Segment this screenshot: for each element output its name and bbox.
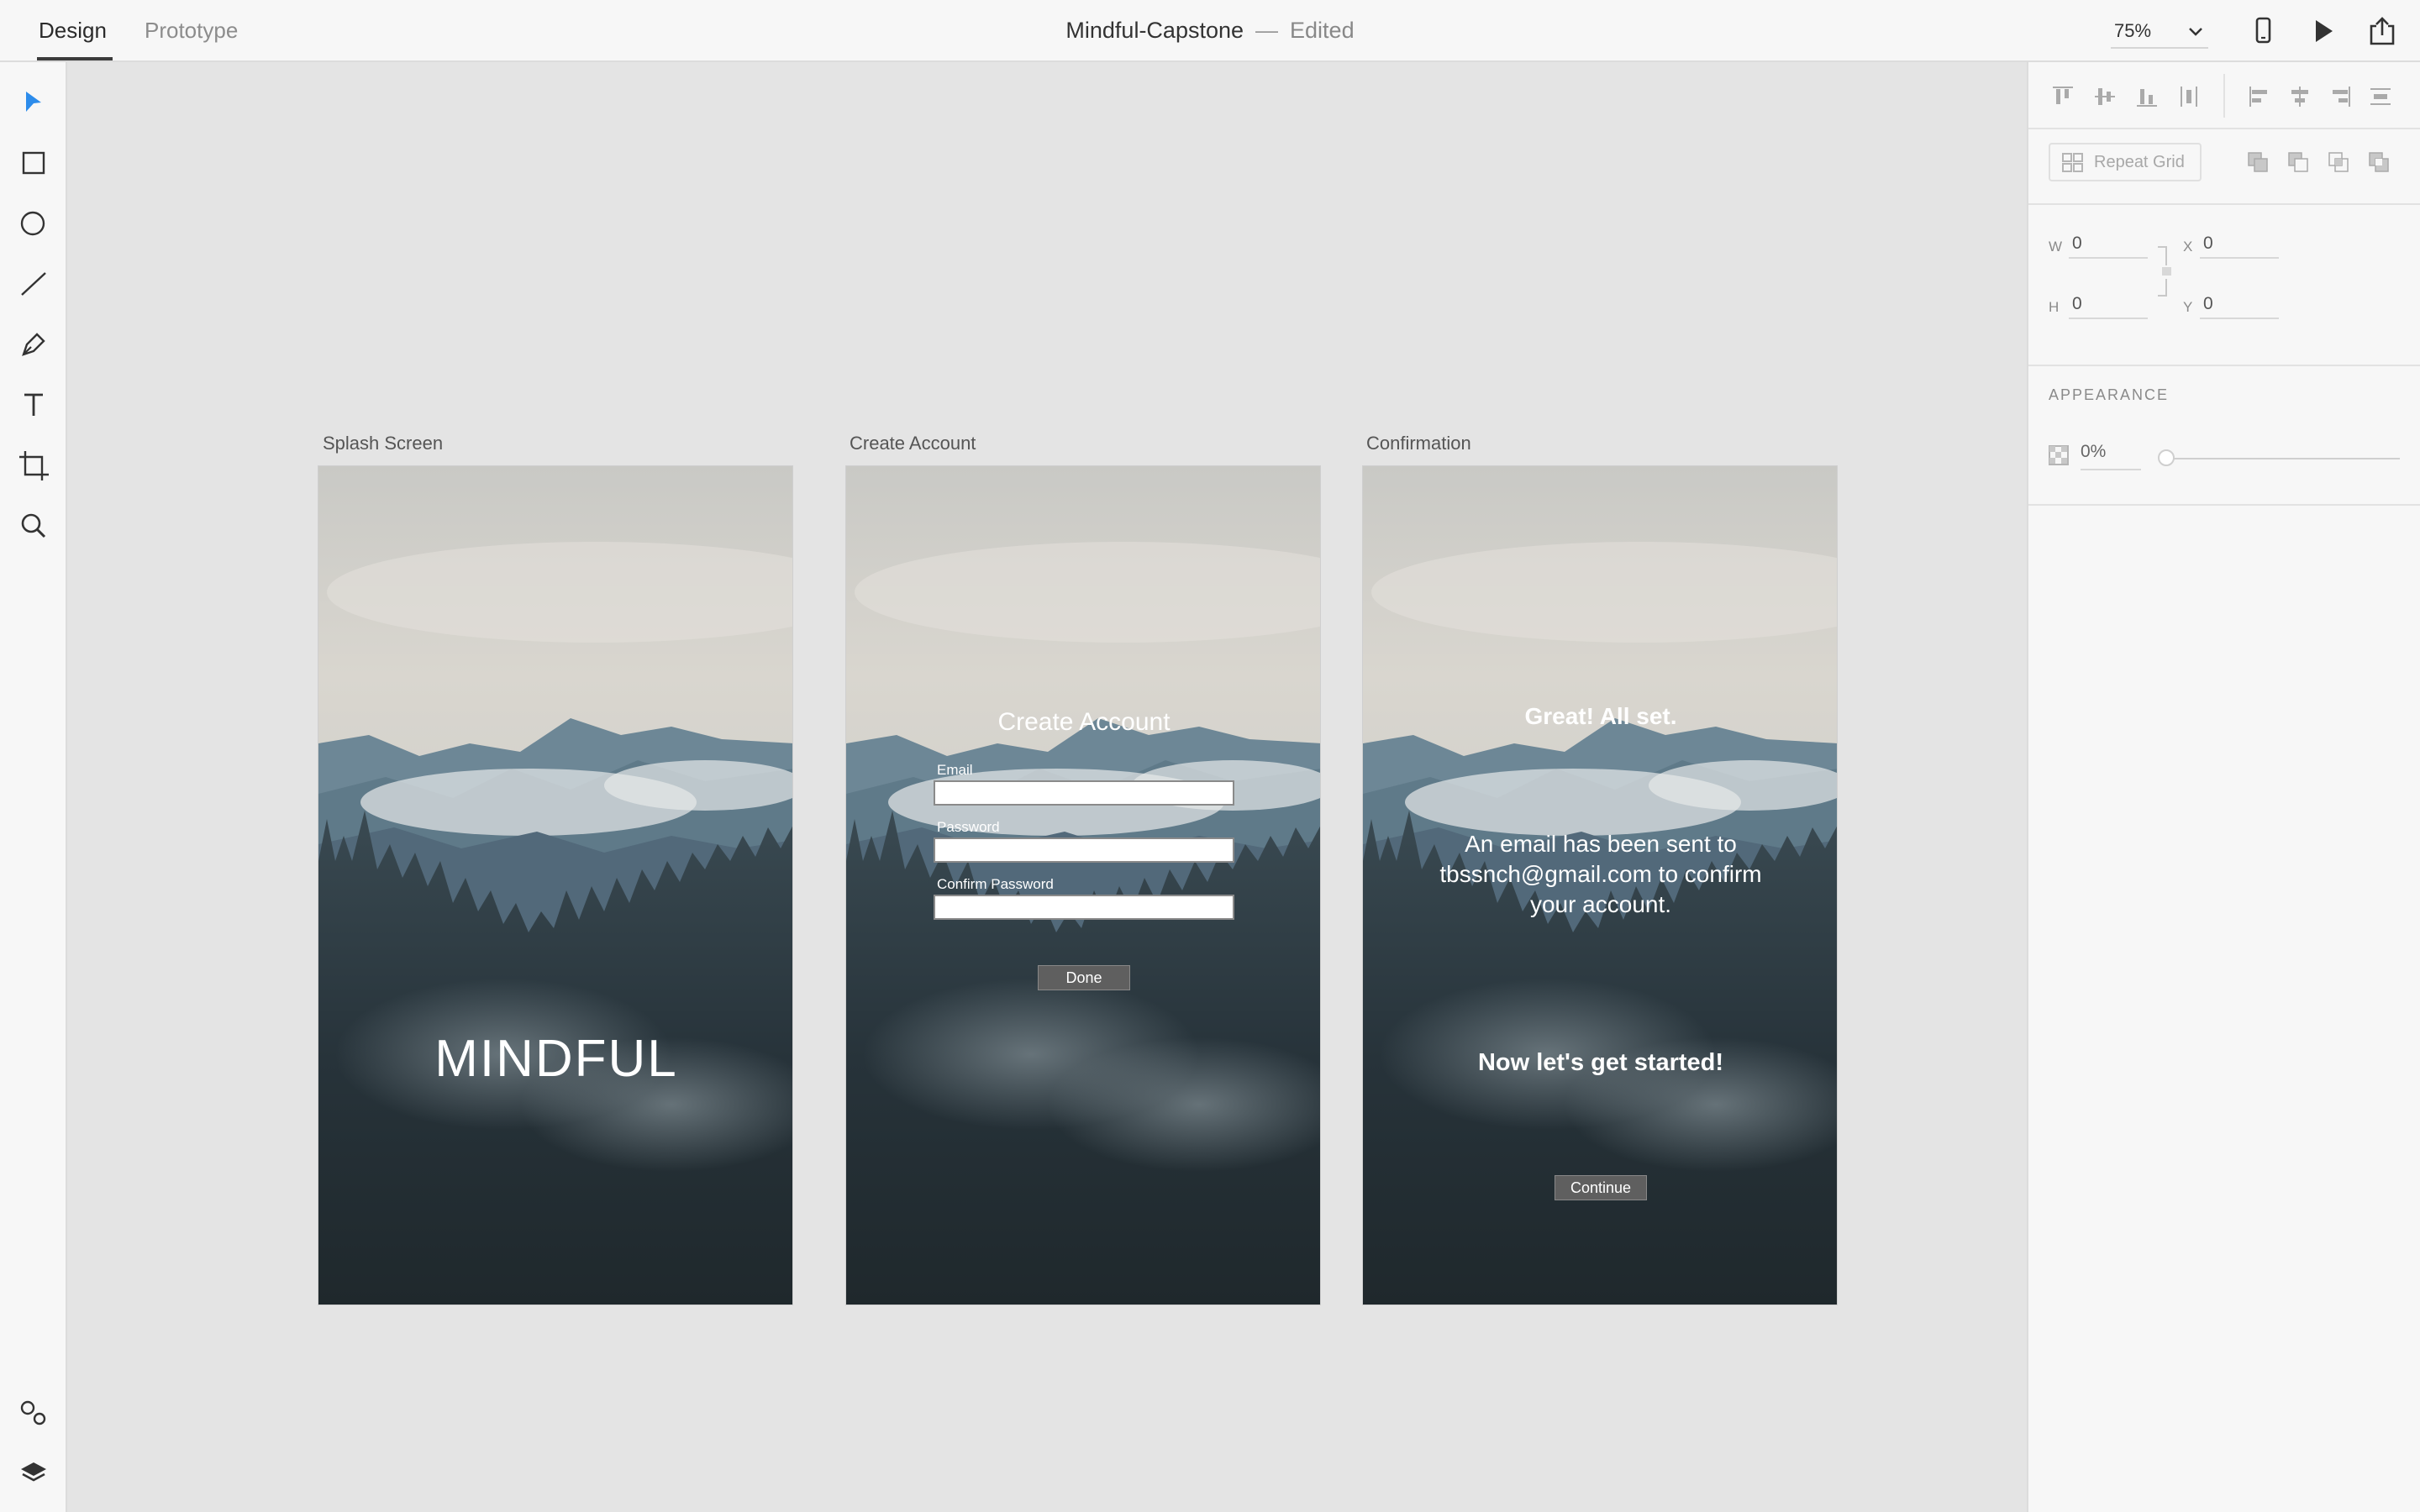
zoom-level: 75% xyxy=(2114,20,2152,41)
share-icon[interactable] xyxy=(2366,15,2398,47)
message-line: An email has been sent to xyxy=(1465,831,1737,857)
align-left-icon[interactable] xyxy=(2245,82,2274,111)
y-label: Y xyxy=(2183,299,2193,315)
confirmation-message: An email has been sent to tbssnch@gmail.… xyxy=(1363,829,1837,920)
symbols-icon[interactable] xyxy=(15,1394,52,1431)
zoom-dropdown[interactable]: 75% xyxy=(2111,15,2208,49)
message-line: tbssnch@gmail.com to confirm xyxy=(1439,861,1762,887)
layers-icon[interactable] xyxy=(15,1455,52,1492)
continue-button[interactable]: Continue xyxy=(1555,1175,1647,1200)
align-divider xyxy=(2223,74,2225,118)
panel-divider xyxy=(2028,504,2420,506)
get-started-heading: Now let's get started! xyxy=(1477,1049,1724,1076)
exclude-overlap-icon[interactable] xyxy=(2365,148,2393,176)
artboard-splash-screen[interactable]: MINDFUL xyxy=(318,465,793,1305)
panel-divider xyxy=(2028,128,2420,129)
artboard-label-create-account[interactable]: Create Account xyxy=(850,433,976,454)
panel-divider xyxy=(2028,365,2420,366)
device-preview-icon[interactable] xyxy=(2247,15,2279,47)
repeat-grid-button[interactable]: Repeat Grid xyxy=(2049,143,2202,181)
rectangle-icon[interactable] xyxy=(15,144,52,181)
opacity-field[interactable]: 0% xyxy=(2081,442,2141,470)
property-inspector: Repeat Grid W H X Y APPEARANCE 0% xyxy=(2027,62,2420,1512)
y-field[interactable] xyxy=(2200,291,2279,319)
chevron-down-icon xyxy=(2189,28,2202,36)
confirmation-heading: Great! All set. xyxy=(1524,703,1677,729)
document-title: Mindful-Capstone — Edited xyxy=(0,0,2420,60)
create-account-heading: Create Account xyxy=(997,708,1171,736)
text-icon[interactable] xyxy=(15,386,52,423)
line-icon[interactable] xyxy=(15,265,52,302)
width-field[interactable] xyxy=(2069,230,2148,259)
brand-wordmark: MINDFUL xyxy=(434,1030,678,1088)
artboard-confirmation[interactable]: Great! All set. An email has been sent t… xyxy=(1362,465,1838,1305)
password-field[interactable] xyxy=(934,837,1234,863)
done-button[interactable]: Done xyxy=(1038,965,1130,990)
opacity-slider-track[interactable] xyxy=(2165,458,2400,459)
appearance-heading: APPEARANCE xyxy=(2049,386,2170,403)
top-bar: Design Prototype Mindful-Capstone — Edited… xyxy=(0,0,2420,62)
edit-status: Edited xyxy=(1290,18,1355,43)
play-icon[interactable] xyxy=(2307,15,2338,47)
align-middle-icon[interactable] xyxy=(2091,82,2119,111)
email-label: Email xyxy=(937,762,973,778)
artboard-label-splash[interactable]: Splash Screen xyxy=(323,433,443,454)
password-label: Password xyxy=(937,819,1000,835)
artboard-label-confirmation[interactable]: Confirmation xyxy=(1366,433,1471,454)
confirm-password-label: Confirm Password xyxy=(937,876,1054,892)
document-name: Mindful-Capstone xyxy=(1065,18,1244,43)
height-field[interactable] xyxy=(2069,291,2148,319)
height-label: H xyxy=(2049,299,2060,315)
panel-divider xyxy=(2028,203,2420,205)
align-right-icon[interactable] xyxy=(2326,82,2354,111)
lock-aspect-icon[interactable] xyxy=(2154,245,2180,304)
x-field[interactable] xyxy=(2200,230,2279,259)
confirm-password-field[interactable] xyxy=(934,895,1234,920)
add-icon[interactable] xyxy=(2244,148,2272,176)
intersect-icon[interactable] xyxy=(2324,148,2353,176)
mountain-background-image xyxy=(846,466,1320,1305)
distribute-horizontal-icon[interactable] xyxy=(2366,82,2395,111)
align-center-icon[interactable] xyxy=(2286,82,2314,111)
zoom-icon[interactable] xyxy=(15,507,52,544)
select-arrow-icon[interactable] xyxy=(15,84,52,121)
opacity-icon xyxy=(2049,445,2069,465)
artboard-create-account[interactable]: Create Account Email Password Confirm Pa… xyxy=(845,465,1321,1305)
mountain-background-image xyxy=(318,466,792,1305)
repeat-grid-icon xyxy=(2062,153,2083,172)
align-bottom-icon[interactable] xyxy=(2133,82,2161,111)
x-label: X xyxy=(2183,239,2193,255)
align-top-icon[interactable] xyxy=(2049,82,2077,111)
pen-icon[interactable] xyxy=(15,326,52,363)
artboard-icon[interactable] xyxy=(15,447,52,484)
repeat-grid-label: Repeat Grid xyxy=(2094,153,2185,171)
opacity-value: 0% xyxy=(2081,442,2107,461)
title-separator: — xyxy=(1255,18,1279,43)
email-field[interactable] xyxy=(934,780,1234,806)
message-line: your account. xyxy=(1529,891,1672,917)
ellipse-icon[interactable] xyxy=(15,205,52,242)
width-label: W xyxy=(2049,239,2063,255)
left-toolbar xyxy=(0,62,67,1512)
opacity-slider-handle[interactable] xyxy=(2158,449,2175,466)
subtract-icon[interactable] xyxy=(2284,148,2312,176)
distribute-vertical-icon[interactable] xyxy=(2175,82,2203,111)
